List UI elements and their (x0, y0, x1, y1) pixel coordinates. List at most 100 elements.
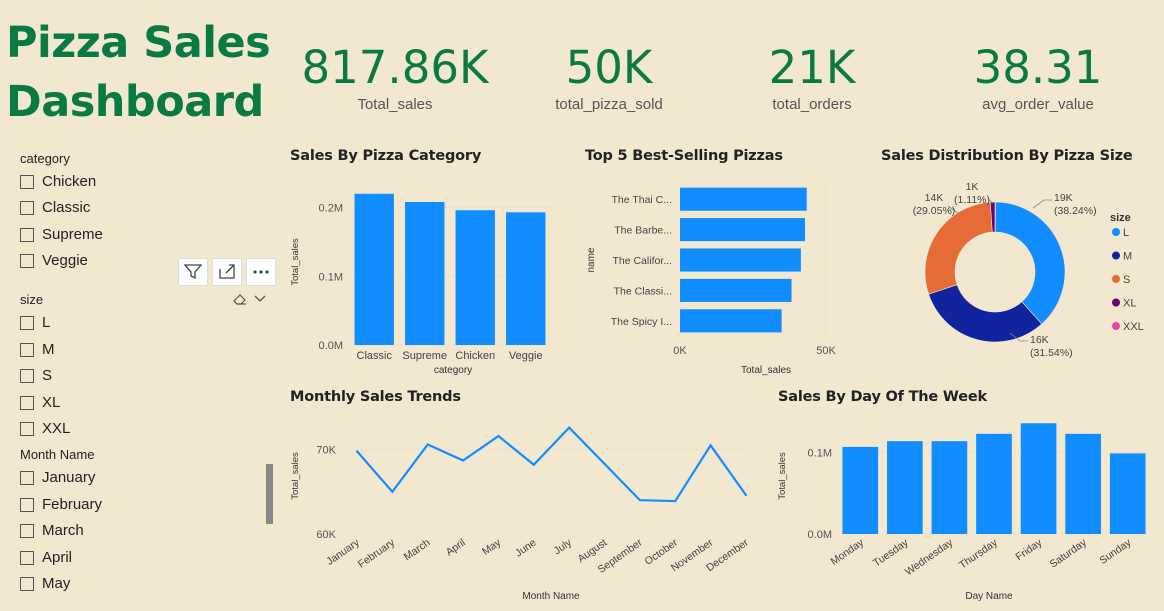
checkbox[interactable] (20, 421, 34, 436)
checkbox[interactable] (20, 470, 34, 485)
slicer-item-m[interactable]: M (20, 341, 55, 358)
slicer-item-label: Classic (42, 199, 91, 216)
slicer-item-s[interactable]: S (20, 367, 52, 384)
data-label-percent: (38.24%) (1054, 205, 1097, 217)
kpi-avg-order-value[interactable]: 38.31 avg_order_value (928, 40, 1148, 113)
kpi-value: 21K (768, 41, 856, 94)
checkbox[interactable] (20, 315, 34, 330)
slicer-item-march[interactable]: March (20, 522, 84, 539)
chart-weekday-sales[interactable]: 0.0M 0.1M Monday TuesdayWednesday Thursday Fr… (772, 410, 1157, 605)
x-tick-label: Supreme (402, 350, 447, 362)
slicer-item-label: M (42, 341, 55, 358)
legend-label: M (1123, 251, 1132, 263)
slicer-item-label: S (42, 367, 53, 384)
more-options-button[interactable] (246, 258, 276, 286)
x-tick-label: Tuesday (871, 536, 911, 569)
bar (976, 433, 1012, 534)
filter-icon (184, 264, 202, 280)
slicer-item-label: Supreme (42, 226, 103, 243)
chart-title-monthly: Monthly Sales Trends (290, 389, 461, 405)
y-tick-label: The Classi... (614, 285, 672, 297)
series-line (356, 426, 747, 503)
slicer-item-chicken[interactable]: Chicken (20, 173, 96, 190)
chart-size-distribution[interactable]: 19K(38.24%) 16K(31.54%) 14K(29.05%) 1K(1.11… (876, 170, 1160, 380)
slicer-item-classic[interactable]: Classic (20, 199, 90, 216)
checkbox[interactable] (20, 174, 34, 189)
slicer-item-april[interactable]: April (20, 549, 72, 566)
x-tick-label: February (356, 536, 398, 570)
slicer-header-month: Month Name (20, 447, 95, 462)
x-tick-label: Sunday (1097, 536, 1134, 567)
checkbox[interactable] (20, 576, 34, 591)
kpi-total-pizza-sold[interactable]: 50K total_pizza_sold (499, 40, 719, 113)
clear-selections-icon[interactable] (232, 292, 248, 306)
kpi-value: 817.86K (301, 41, 489, 94)
chart-title-category: Sales By Pizza Category (290, 148, 482, 164)
slicer-item-label: February (42, 496, 103, 513)
checkbox[interactable] (20, 342, 34, 357)
chart-top5-pizzas[interactable]: 0K 50K The Thai C... The Barbe... The Califo… (580, 170, 870, 380)
slicer-item-xl[interactable]: XL (20, 394, 60, 411)
filter-button[interactable] (178, 258, 208, 286)
data-label-value: 1K (966, 181, 979, 193)
slicer-item-january[interactable]: January (20, 469, 95, 486)
checkbox[interactable] (20, 200, 34, 215)
kpi-label: avg_order_value (982, 96, 1094, 113)
slicer-item-february[interactable]: February (20, 496, 102, 513)
legend-label: L (1123, 227, 1129, 239)
chart-monthly-trends[interactable]: 60K70KJanuaryFebruary March April May June Ju… (285, 410, 765, 605)
data-point (532, 463, 535, 466)
kpi-value: 38.31 (973, 41, 1103, 94)
bar (1020, 423, 1057, 534)
focus-mode-button[interactable] (212, 258, 242, 286)
kpi-value: 50K (565, 41, 653, 94)
checkbox[interactable] (20, 227, 34, 242)
y-tick-label: The Califor... (612, 255, 672, 267)
slicer-item-supreme[interactable]: Supreme (20, 226, 103, 243)
bar (680, 187, 807, 211)
slicer-item-may[interactable]: May (20, 575, 70, 592)
chart-sales-by-category[interactable]: 0.0M 0.1M 0.2M Classic Supreme Chicken Veggie c… (285, 170, 575, 380)
y-tick-label: The Spicy I... (611, 316, 672, 328)
data-point (603, 462, 606, 465)
bar (680, 309, 782, 333)
checkbox[interactable] (20, 523, 34, 538)
x-tick-label: July (552, 536, 575, 557)
x-tick-label: 0K (673, 345, 687, 357)
y-axis-title: Total_sales (290, 452, 301, 500)
bar (506, 212, 546, 345)
checkbox[interactable] (20, 253, 34, 268)
y-tick-label: 0.0M (319, 340, 343, 352)
slicer-item-veggie[interactable]: Veggie (20, 252, 88, 269)
slicer-item-xxl[interactable]: XXL (20, 420, 70, 437)
kpi-total-orders[interactable]: 21K total_orders (702, 40, 922, 113)
dashboard-title-line1: Pizza Sales (6, 18, 271, 68)
slicer-item-label: April (42, 549, 73, 566)
legend-label: XL (1123, 298, 1136, 310)
kpi-label: total_orders (772, 96, 852, 113)
data-label-value: 19K (1054, 192, 1073, 204)
slicer-item-label: XL (42, 394, 61, 411)
checkbox[interactable] (20, 395, 34, 410)
legend-marker (1112, 251, 1120, 260)
x-tick-label: April (444, 537, 468, 559)
focus-mode-icon (219, 264, 235, 279)
x-tick-label: 50K (816, 345, 836, 357)
chevron-down-icon[interactable] (254, 294, 266, 304)
data-label-percent: (31.54%) (1030, 347, 1073, 359)
y-tick-label: 70K (316, 445, 336, 457)
y-tick-label: 60K (316, 529, 336, 541)
kpi-total-sales[interactable]: 817.86K Total_sales (285, 40, 505, 113)
x-tick-label: Wednesday (903, 536, 956, 578)
bar (455, 210, 495, 345)
y-axis-title: Total_sales (290, 238, 301, 286)
bar (887, 441, 923, 534)
slicer-item-l[interactable]: L (20, 314, 50, 331)
checkbox[interactable] (20, 368, 34, 383)
dashboard-title-line2: Dashboard (6, 77, 264, 127)
checkbox[interactable] (20, 550, 34, 565)
slicer-scrollbar[interactable] (266, 464, 273, 524)
slicer-item-label: XXL (42, 420, 71, 437)
x-tick-label: Veggie (509, 350, 543, 362)
checkbox[interactable] (20, 497, 34, 512)
